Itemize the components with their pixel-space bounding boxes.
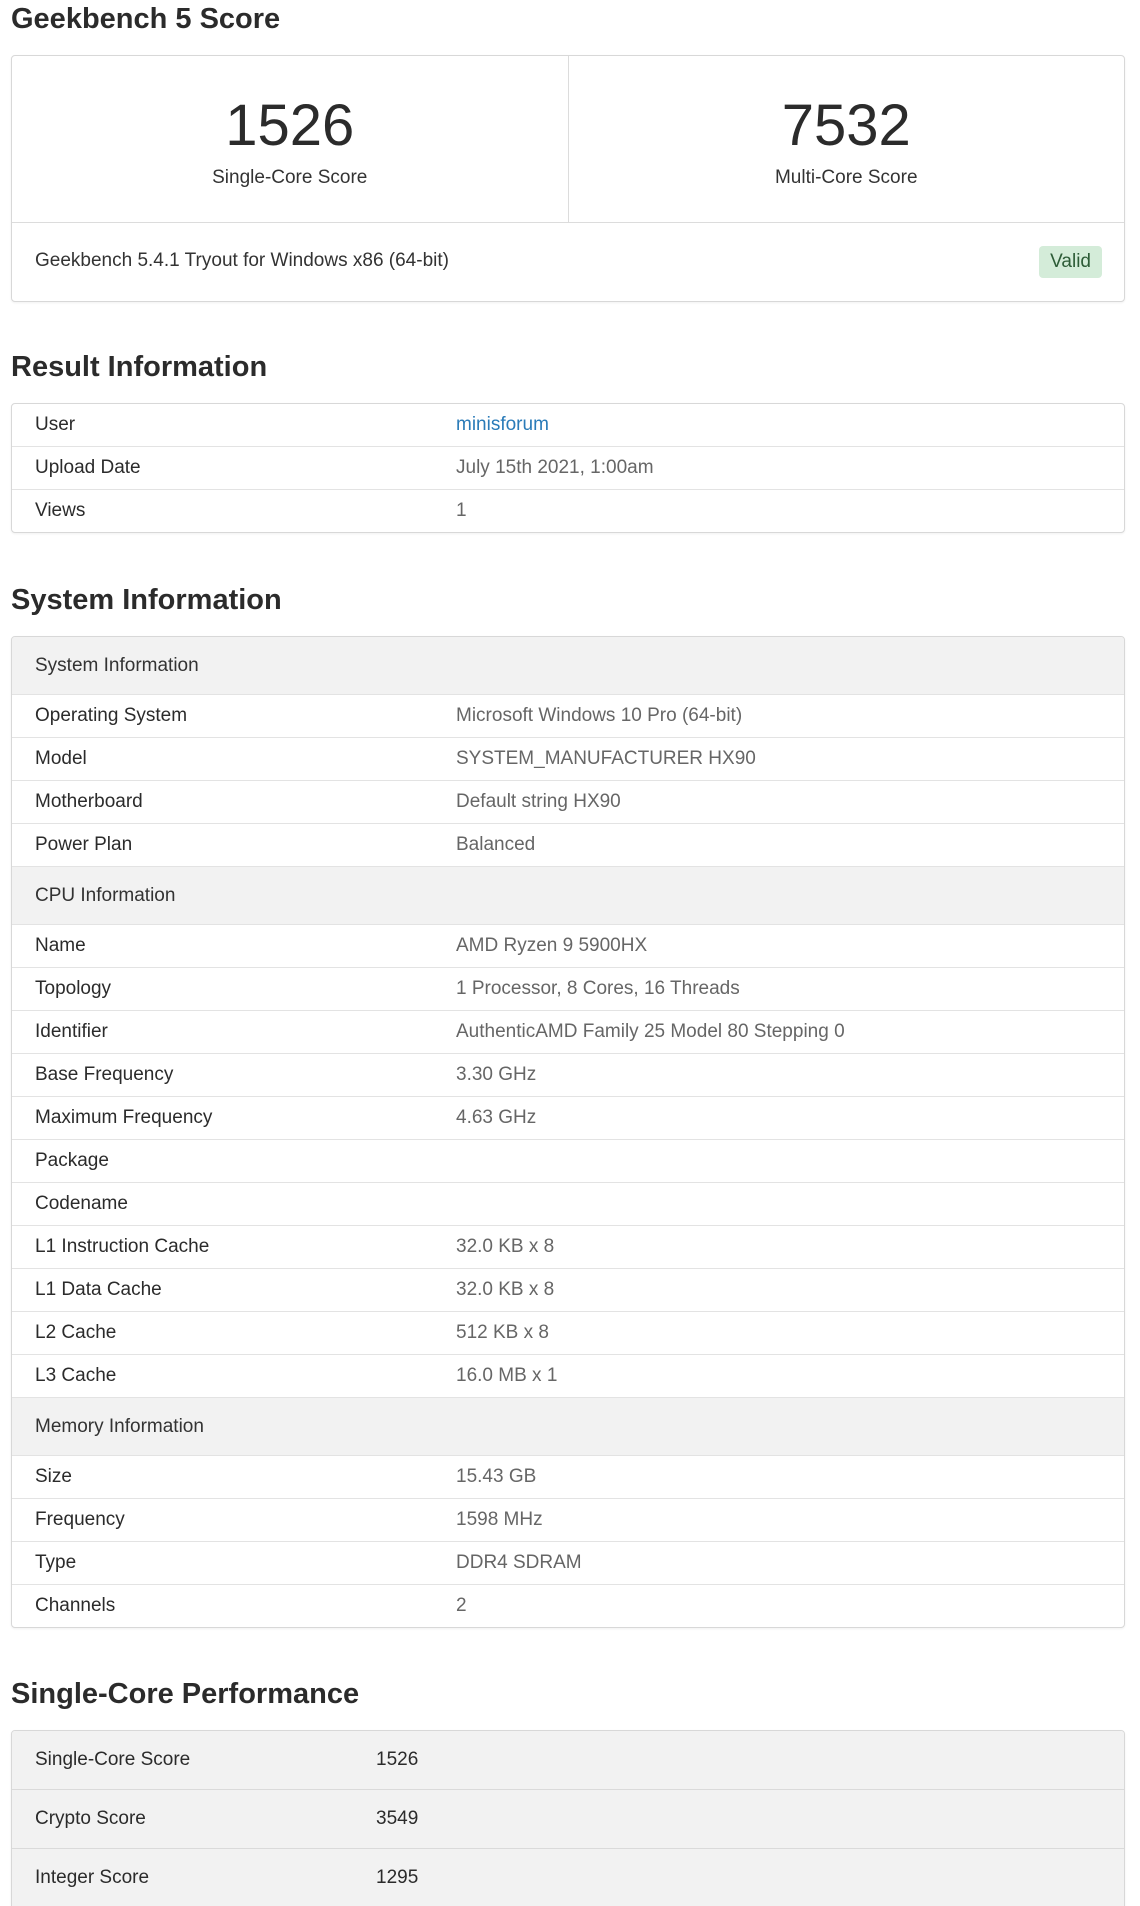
table-row: Type DDR4 SDRAM — [12, 1541, 1124, 1584]
score-section-title: Geekbench 5 Score — [11, 3, 281, 35]
row-key: Operating System — [35, 705, 188, 726]
table-row: Motherboard Default string HX90 — [12, 780, 1124, 823]
table-row: Base Frequency 3.30 GHz — [12, 1053, 1124, 1096]
single-core-label: Single-Core Score — [212, 167, 368, 188]
row-value: AuthenticAMD Family 25 Model 80 Stepping… — [456, 1021, 845, 1042]
row-value: 4.63 GHz — [456, 1107, 537, 1128]
row-key: Codename — [35, 1193, 128, 1214]
row-key: Motherboard — [35, 791, 143, 812]
row-value: Balanced — [456, 834, 536, 855]
row-key: Channels — [35, 1595, 116, 1616]
group-header: System Information — [12, 637, 1124, 694]
single-core-perf-table: Single-Core Score 1526 Crypto Score 3549 Int… — [11, 1730, 1125, 1906]
row-value: DDR4 SDRAM — [456, 1552, 582, 1573]
row-key: Type — [35, 1552, 77, 1573]
table-row: Size 15.43 GB — [12, 1455, 1124, 1498]
row-key: Maximum Frequency — [35, 1107, 213, 1128]
row-key: Size — [35, 1466, 72, 1487]
row-key: Power Plan — [35, 834, 133, 855]
row-key: Upload Date — [35, 457, 141, 478]
row-value: 1 — [456, 500, 467, 521]
valid-badge: Valid — [1039, 246, 1102, 278]
row-key: Identifier — [35, 1021, 108, 1042]
row-value: 15.43 GB — [456, 1466, 537, 1487]
score-card: 1526 Single-Core Score 7532 Multi-Core S… — [11, 55, 1125, 302]
row-value: July 15th 2021, 1:00am — [456, 457, 654, 478]
row-key: Name — [35, 935, 86, 956]
table-row: Codename — [12, 1182, 1124, 1225]
system-info-table: System Information Operating System Micros… — [11, 636, 1125, 1628]
row-key: L2 Cache — [35, 1322, 117, 1343]
single-core-cell: 1526 Single-Core Score — [12, 56, 568, 222]
perf-key: Single-Core Score — [35, 1749, 191, 1770]
table-row: L1 Instruction Cache 32.0 KB x 8 — [12, 1225, 1124, 1268]
system-info-title: System Information — [11, 584, 282, 616]
perf-key: Crypto Score — [35, 1808, 146, 1829]
row-value: 1598 MHz — [456, 1509, 543, 1530]
table-row: Upload Date July 15th 2021, 1:00am — [12, 446, 1124, 489]
group-header: CPU Information — [12, 866, 1124, 924]
result-info-title: Result Information — [11, 351, 268, 383]
row-key: User — [35, 414, 76, 435]
table-row: Operating System Microsoft Windows 10 Pro… — [12, 694, 1124, 737]
row-value: SYSTEM_MANUFACTURER HX90 — [456, 748, 756, 769]
version-row: Geekbench 5.4.1 Tryout for Windows x86 (… — [12, 223, 1124, 301]
table-row: User minisforum — [12, 404, 1124, 446]
row-value: 512 KB x 8 — [456, 1322, 549, 1343]
row-key: Base Frequency — [35, 1064, 174, 1085]
row-value: 32.0 KB x 8 — [456, 1236, 555, 1257]
user-link[interactable]: minisforum — [456, 414, 1124, 436]
table-row: L3 Cache 16.0 MB x 1 — [12, 1354, 1124, 1397]
row-key: Views — [35, 500, 86, 521]
row-value: AMD Ryzen 9 5900HX — [456, 935, 648, 956]
version-text: Geekbench 5.4.1 Tryout for Windows x86 (… — [35, 250, 449, 271]
table-row: Views 1 — [12, 489, 1124, 532]
row-value: 1 Processor, 8 Cores, 16 Threads — [456, 978, 740, 999]
table-row: Package — [12, 1139, 1124, 1182]
table-row: Identifier AuthenticAMD Family 25 Model 8… — [12, 1010, 1124, 1053]
row-key: L1 Instruction Cache — [35, 1236, 210, 1257]
row-value: 2 — [456, 1595, 467, 1616]
row-key: Model — [35, 748, 87, 769]
perf-row: Single-Core Score 1526 — [12, 1731, 1124, 1789]
multi-core-label: Multi-Core Score — [774, 167, 918, 188]
perf-key: Integer Score — [35, 1867, 150, 1888]
row-key: Frequency — [35, 1509, 125, 1530]
perf-value: 1295 — [376, 1867, 419, 1888]
score-row: 1526 Single-Core Score 7532 Multi-Core S… — [12, 56, 1124, 223]
row-key: Package — [35, 1150, 109, 1171]
perf-value: 1526 — [376, 1749, 419, 1770]
table-row: L2 Cache 512 KB x 8 — [12, 1311, 1124, 1354]
table-row: Topology 1 Processor, 8 Cores, 16 Threads — [12, 967, 1124, 1010]
multi-core-score: 7532 — [781, 93, 911, 158]
single-core-score: 1526 — [225, 93, 355, 158]
perf-row: Crypto Score 3549 — [12, 1789, 1124, 1848]
row-value: 3.30 GHz — [456, 1064, 537, 1085]
row-value: Microsoft Windows 10 Pro (64-bit) — [456, 705, 743, 726]
table-row: Name AMD Ryzen 9 5900HX — [12, 924, 1124, 967]
table-row: L1 Data Cache 32.0 KB x 8 — [12, 1268, 1124, 1311]
row-value: 32.0 KB x 8 — [456, 1279, 555, 1300]
perf-row: Integer Score 1295 — [12, 1848, 1124, 1906]
row-key: L1 Data Cache — [35, 1279, 162, 1300]
table-row: Channels 2 — [12, 1584, 1124, 1627]
row-key: L3 Cache — [35, 1365, 117, 1386]
single-core-perf-title: Single-Core Performance — [11, 1678, 360, 1710]
result-info-table: User minisforum Upload Date July 15th 2021,… — [11, 403, 1125, 533]
table-row: Maximum Frequency 4.63 GHz — [12, 1096, 1124, 1139]
table-row: Model SYSTEM_MANUFACTURER HX90 — [12, 737, 1124, 780]
table-row: Power Plan Balanced — [12, 823, 1124, 866]
multi-core-cell: 7532 Multi-Core Score — [567, 56, 1125, 222]
row-value: Default string HX90 — [456, 791, 621, 812]
row-value: 16.0 MB x 1 — [456, 1365, 558, 1386]
group-header: Memory Information — [12, 1397, 1124, 1455]
perf-value: 3549 — [376, 1808, 419, 1829]
row-key: Topology — [35, 978, 112, 999]
table-row: Frequency 1598 MHz — [12, 1498, 1124, 1541]
